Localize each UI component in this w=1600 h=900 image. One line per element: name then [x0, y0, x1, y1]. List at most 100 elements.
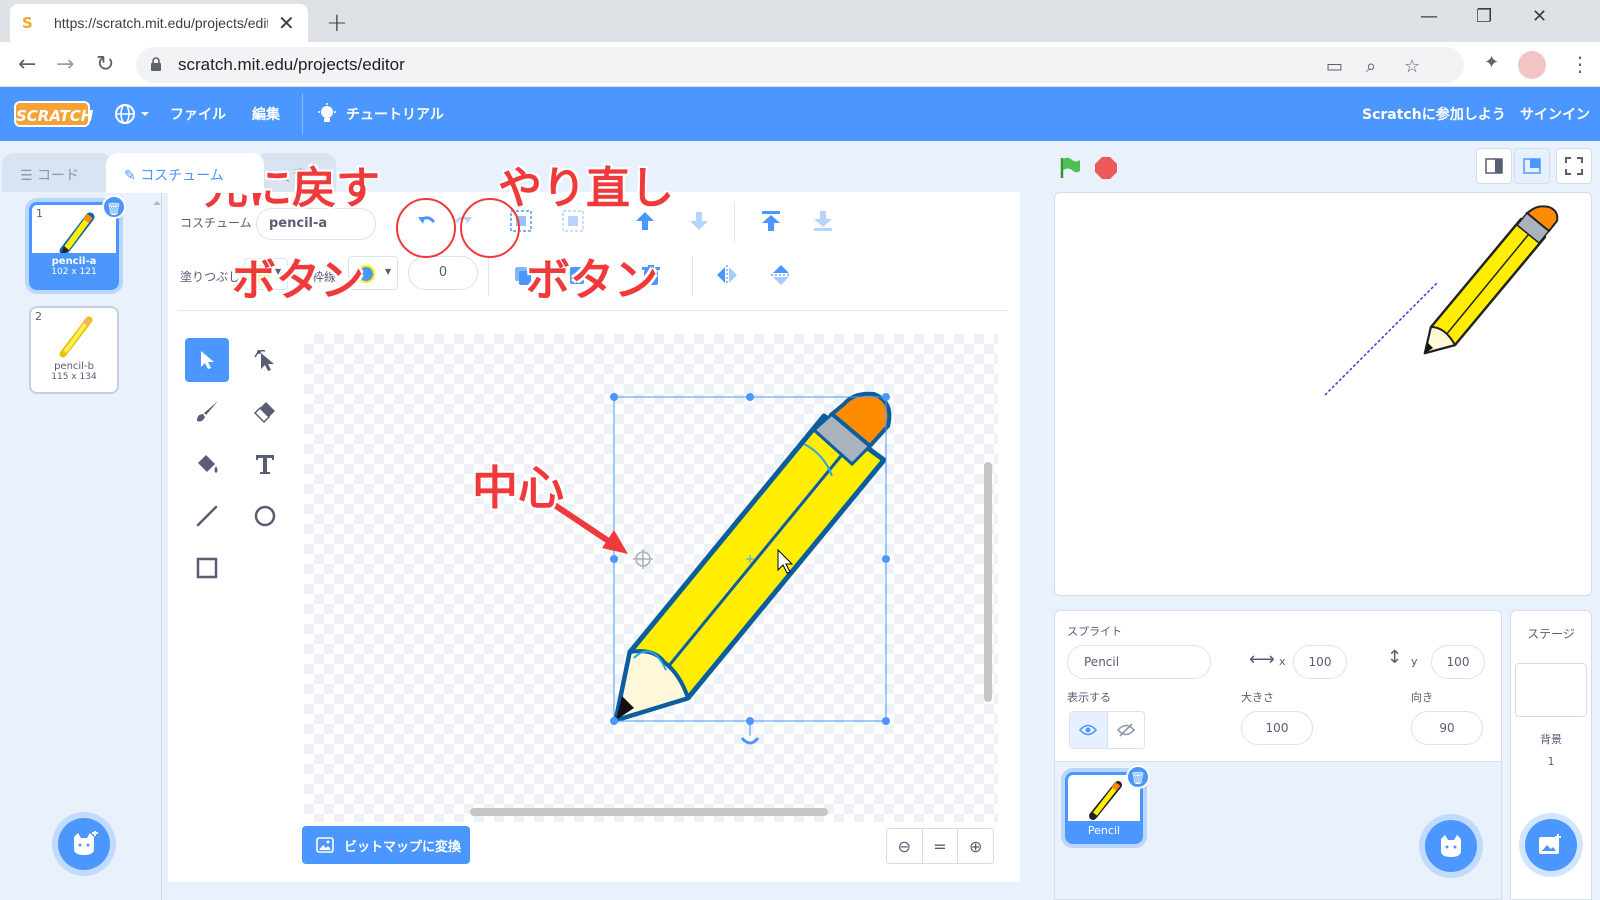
- browser-menu-icon[interactable]: ⋮: [1570, 52, 1590, 76]
- browser-tab[interactable]: S https://scratch.mit.edu/projects/edito…: [10, 4, 308, 42]
- x-input[interactable]: 100: [1293, 645, 1347, 679]
- browser-tab-title: https://scratch.mit.edu/projects/editor: [54, 15, 268, 31]
- lightbulb-icon: [318, 103, 336, 122]
- arrow-bottom-icon: [814, 211, 832, 231]
- tab-costumes[interactable]: ✎ コスチューム: [106, 153, 264, 193]
- pencil-sprite[interactable]: [1423, 205, 1559, 355]
- restore-icon[interactable]: ❐: [1476, 6, 1492, 27]
- forward-icon[interactable]: →: [56, 52, 74, 77]
- scratch-logo[interactable]: SCRATCH: [14, 101, 93, 127]
- costume-number: 1: [36, 207, 43, 220]
- stage-title: ステージ: [1527, 627, 1575, 641]
- zoom-controls: ⊖ = ⊕: [886, 828, 994, 864]
- y-label: y: [1411, 655, 1418, 668]
- arrow-top-icon: [762, 211, 780, 231]
- join-scratch-link[interactable]: Scratchに参加しよう: [1362, 104, 1506, 124]
- stage-canvas[interactable]: [1054, 192, 1592, 596]
- fill-tool[interactable]: [185, 442, 229, 486]
- new-tab-icon[interactable]: +: [326, 8, 348, 38]
- back-layer-button[interactable]: [808, 206, 838, 236]
- costume-item[interactable]: 1 pencil-a 102 x 121 🗑: [29, 195, 126, 290]
- stage-thumbnail[interactable]: [1515, 663, 1587, 717]
- y-input[interactable]: 100: [1431, 645, 1485, 679]
- canvas-horizontal-scrollbar[interactable]: [470, 808, 828, 816]
- tutorials-menu[interactable]: チュートリアル: [346, 104, 444, 124]
- close-window-icon[interactable]: ✕: [1532, 6, 1547, 27]
- eye-icon: [1079, 724, 1098, 736]
- select-tool[interactable]: [185, 338, 229, 382]
- choose-costume-button[interactable]: [58, 818, 110, 870]
- size-input[interactable]: 100: [1241, 711, 1313, 745]
- flip-horizontal-button[interactable]: [712, 260, 742, 290]
- zoom-icon[interactable]: ⌕: [1366, 56, 1376, 77]
- stop-icon[interactable]: [1094, 156, 1118, 180]
- text-tool[interactable]: [243, 442, 287, 486]
- front-layer-button[interactable]: [756, 206, 786, 236]
- brush-tool[interactable]: [185, 390, 229, 434]
- bookmark-star-icon[interactable]: ☆: [1404, 56, 1420, 77]
- rectangle-tool[interactable]: [185, 546, 229, 590]
- paint-canvas[interactable]: [304, 334, 998, 822]
- minimize-icon[interactable]: —: [1420, 6, 1438, 27]
- back-icon[interactable]: ←: [18, 52, 36, 77]
- pencil-artwork: [613, 391, 892, 723]
- costume-item[interactable]: 2 pencil-b 115 x 134: [29, 306, 119, 394]
- flip-horizontal-icon: [717, 265, 737, 285]
- cat-icon: [1441, 835, 1461, 857]
- undo-highlight-circle: [396, 198, 456, 258]
- choose-backdrop-button[interactable]: [1525, 819, 1577, 871]
- sprite-name-label: Pencil: [1068, 821, 1140, 841]
- costume-label: pencil-a 102 x 121: [32, 253, 116, 287]
- reshape-pointer-icon: [254, 349, 274, 371]
- choose-sprite-button[interactable]: [1425, 820, 1477, 872]
- sign-in-link[interactable]: サインイン: [1520, 104, 1590, 124]
- menu-divider: [302, 93, 303, 135]
- pencil-drawing: [553, 391, 892, 745]
- backward-layer-button[interactable]: [684, 206, 714, 236]
- costume-number: 2: [35, 310, 42, 323]
- y-arrow-icon: ↕: [1387, 647, 1403, 668]
- hide-button[interactable]: [1108, 712, 1145, 748]
- fullscreen-button[interactable]: [1556, 148, 1592, 184]
- scroll-up-icon[interactable]: [152, 198, 162, 208]
- delete-sprite-icon[interactable]: 🗑: [1126, 765, 1150, 789]
- tab-code[interactable]: ☰ コード: [2, 153, 112, 193]
- reshape-tool[interactable]: [243, 338, 287, 382]
- zoom-out-button[interactable]: ⊖: [887, 829, 923, 863]
- eraser-tool[interactable]: [243, 390, 287, 434]
- zoom-in-button[interactable]: ⊕: [958, 829, 993, 863]
- zoom-reset-button[interactable]: =: [923, 829, 959, 863]
- profile-avatar[interactable]: [1518, 51, 1546, 79]
- convert-to-bitmap-button[interactable]: ビットマップに変換: [302, 826, 470, 864]
- sprite-list: Pencil 🗑: [1054, 762, 1502, 900]
- canvas-vertical-scrollbar[interactable]: [984, 462, 992, 702]
- delete-costume-icon[interactable]: 🗑: [102, 195, 126, 219]
- costume-name-label: コスチューム: [180, 216, 252, 230]
- sprite-item[interactable]: Pencil 🗑: [1065, 765, 1150, 844]
- extensions-icon[interactable]: ✦: [1484, 52, 1499, 73]
- url-text: scratch.mit.edu/projects/editor: [178, 55, 405, 74]
- direction-input[interactable]: 90: [1411, 711, 1483, 745]
- edit-menu[interactable]: 編集: [252, 104, 280, 124]
- flip-vertical-button[interactable]: [766, 260, 796, 290]
- small-stage-button[interactable]: [1476, 148, 1512, 184]
- language-globe-icon[interactable]: [114, 102, 150, 126]
- close-tab-icon[interactable]: ✕: [278, 11, 295, 35]
- arrow-down-icon: [690, 212, 708, 230]
- redo-annotation-line2: ボタン: [525, 254, 659, 307]
- cast-icon[interactable]: ▭: [1326, 56, 1343, 77]
- rotation-center-icon[interactable]: [633, 549, 653, 569]
- reload-icon[interactable]: ↻: [96, 52, 114, 77]
- normal-stage-button[interactable]: [1514, 148, 1550, 184]
- green-flag-icon[interactable]: [1058, 156, 1082, 180]
- sprite-name-input[interactable]: Pencil: [1067, 645, 1211, 679]
- outline-width-input[interactable]: 0: [408, 256, 478, 290]
- backdrop-icon: [1539, 834, 1561, 854]
- line-tool[interactable]: [185, 494, 229, 538]
- url-input[interactable]: scratch.mit.edu/projects/editor ▭ ⌕ ☆: [136, 47, 1464, 83]
- convert-to-bitmap-label: ビットマップに変換: [344, 839, 462, 855]
- show-button[interactable]: [1070, 712, 1108, 748]
- costume-size: 102 x 121: [51, 267, 97, 277]
- circle-tool[interactable]: [243, 494, 287, 538]
- file-menu[interactable]: ファイル: [170, 104, 226, 124]
